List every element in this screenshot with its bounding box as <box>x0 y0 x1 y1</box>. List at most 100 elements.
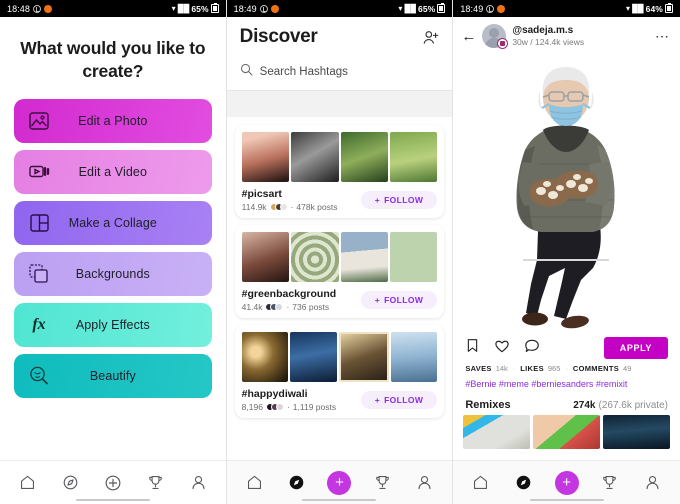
follow-label: FOLLOW <box>384 195 424 205</box>
create-button-label: Beautify <box>89 368 136 383</box>
comment-icon[interactable] <box>524 338 540 359</box>
thumbnail[interactable] <box>389 132 438 182</box>
post-image[interactable] <box>453 54 680 330</box>
follow-label: FOLLOW <box>384 395 424 405</box>
battery-icon <box>437 3 446 13</box>
signal-icon: ██ <box>177 3 190 13</box>
nav-challenges[interactable] <box>367 468 397 498</box>
nav-profile[interactable] <box>183 468 213 498</box>
plus-glyph: + <box>374 395 381 405</box>
follower-avatars <box>265 403 284 411</box>
nav-create[interactable]: + <box>324 468 354 498</box>
more-options-icon[interactable]: ⋯ <box>655 29 670 43</box>
discover-header: Discover <box>227 17 453 55</box>
thumbnail[interactable] <box>340 232 388 282</box>
create-button-make-collage[interactable]: Make a Collage <box>14 200 212 245</box>
post-stats: SAVES 14k · LIKES 965 · COMMENTS 49 <box>453 361 680 373</box>
plus-glyph: + <box>374 295 381 305</box>
apply-button[interactable]: APPLY <box>603 337 668 359</box>
plus-glyph: + <box>335 474 344 491</box>
post-hashtags[interactable]: #Bernie #meme #berniesanders #remixit <box>453 373 680 391</box>
bookmark-icon[interactable] <box>465 338 480 358</box>
thumbnail[interactable] <box>389 232 438 282</box>
follow-button[interactable]: + FOLLOW <box>360 191 438 209</box>
thumbnail[interactable] <box>241 232 290 282</box>
stat-separator: · <box>565 364 568 373</box>
follow-button[interactable]: + FOLLOW <box>360 391 438 409</box>
nav-profile[interactable] <box>410 468 440 498</box>
plus-glyph: + <box>562 474 571 491</box>
nav-home[interactable] <box>466 468 496 498</box>
app-notification-icon <box>497 4 506 13</box>
thumbnail[interactable] <box>241 332 289 382</box>
avatar[interactable] <box>482 24 509 49</box>
nav-challenges[interactable] <box>141 468 171 498</box>
search-icon <box>240 63 253 81</box>
heart-icon[interactable] <box>494 338 510 359</box>
hashtag-posts: 1,119 posts <box>292 402 337 412</box>
nav-discover[interactable] <box>55 468 85 498</box>
remix-thumbnail[interactable] <box>533 415 601 450</box>
nav-discover[interactable] <box>509 468 539 498</box>
hashtag-card[interactable]: #happydiwali 8,196 · 1,119 posts + FOLLO… <box>234 325 445 418</box>
nav-profile[interactable] <box>637 468 667 498</box>
search-placeholder: Search Hashtags <box>259 66 348 78</box>
nav-discover[interactable] <box>282 468 312 498</box>
hashtag-meta: #picsart 114.9k · 478k posts + FOLLOW <box>242 188 438 212</box>
follower-avatars <box>269 203 288 211</box>
search-input[interactable]: Search Hashtags <box>240 61 440 83</box>
stat-value-comments: 49 <box>623 364 632 373</box>
create-button-edit-video[interactable]: Edit a Video <box>14 149 212 194</box>
create-button-beautify[interactable]: Beautify <box>14 353 212 398</box>
home-indicator <box>302 498 377 501</box>
app-notification-icon <box>270 4 279 13</box>
hashtag-followers: 41.4k <box>241 302 263 312</box>
hashtag-card[interactable]: #greenbackground 41.4k · 736 posts + FOL… <box>234 225 445 318</box>
thumbnail[interactable] <box>390 332 438 382</box>
remixes-count: 274k <box>573 400 596 412</box>
plus-filled-icon[interactable]: + <box>554 470 579 495</box>
hashtag-followers: 114.9k <box>241 202 267 212</box>
battery-icon <box>664 3 673 13</box>
post-username[interactable]: @sadeja.m.s <box>512 25 584 36</box>
hashtag-stats: 8,196 · 1,119 posts <box>242 402 336 412</box>
create-button-label: Edit a Photo <box>78 113 148 128</box>
wifi-icon: ▾ <box>625 3 631 13</box>
create-button-edit-photo[interactable]: Edit a Photo <box>14 98 212 143</box>
nav-challenges[interactable] <box>595 468 625 498</box>
create-body: What would you like to create? Edit a Ph… <box>0 37 226 398</box>
battery-percent: 65% <box>418 3 436 14</box>
add-person-icon[interactable] <box>422 26 439 51</box>
panel-discover: 18:49 ▾ ██ 65% Discover Search Hashtags … <box>226 0 454 504</box>
video-camera-icon <box>28 161 50 183</box>
create-button-backgrounds[interactable]: Backgrounds <box>14 251 212 296</box>
post-meta: 30w / 124.4k views <box>512 37 585 47</box>
thumbnail[interactable] <box>338 332 389 382</box>
remix-thumbnail[interactable] <box>603 415 670 450</box>
panel-post: 18:49 ▾ ██ 64% ← @sadeja.m.s 30w / 124.4… <box>453 0 680 504</box>
remix-thumbnail[interactable] <box>463 415 531 450</box>
hashtag-name: #happydiwali <box>241 388 308 400</box>
status-time: 18:48 <box>7 3 31 14</box>
stat-key-saves: SAVES <box>465 364 492 373</box>
hashtag-thumbnails <box>241 232 438 282</box>
collage-grid-icon <box>28 212 50 234</box>
stat-key-likes: LIKES <box>520 364 544 373</box>
thumbnail[interactable] <box>340 132 388 182</box>
thumbnail[interactable] <box>291 232 339 282</box>
thumbnail[interactable] <box>241 132 290 182</box>
nav-home[interactable] <box>12 468 42 498</box>
stat-separator: · <box>290 202 294 212</box>
nav-home[interactable] <box>239 468 269 498</box>
nav-create[interactable]: + <box>552 468 582 498</box>
follow-button[interactable]: + FOLLOW <box>360 291 438 309</box>
back-arrow-icon[interactable]: ← <box>461 29 476 44</box>
thumbnail[interactable] <box>290 332 337 382</box>
clock-icon <box>33 4 42 13</box>
plus-filled-icon[interactable]: + <box>327 470 352 495</box>
nav-create[interactable] <box>98 468 128 498</box>
status-time: 18:49 <box>460 3 484 14</box>
hashtag-card[interactable]: #picsart 114.9k · 478k posts + FOLLOW <box>234 125 445 218</box>
thumbnail[interactable] <box>291 132 339 182</box>
create-button-apply-effects[interactable]: fx Apply Effects <box>14 302 212 347</box>
